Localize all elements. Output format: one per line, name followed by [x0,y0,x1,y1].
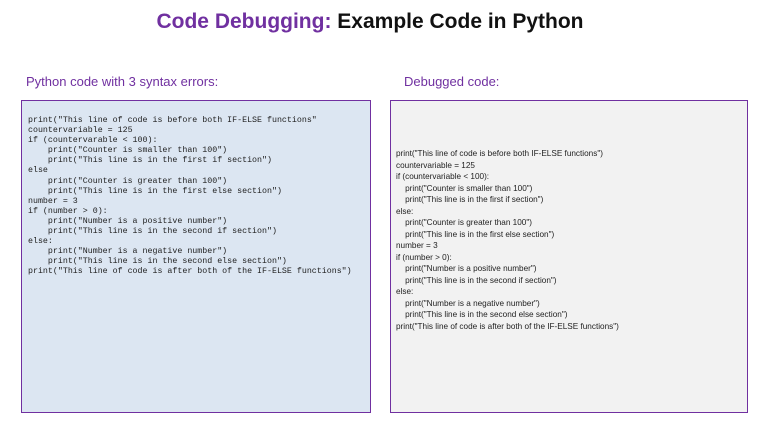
code-line: print("Counter is smaller than 100") [28,146,228,156]
code-line: print("Number is a positive number") [28,216,228,226]
code-line: print("Number is a positive number") [396,264,537,273]
debugged-code-box: print("This line of code is before both … [390,100,748,413]
buggy-code-heading: Python code with 3 syntax errors: [26,74,219,89]
code-line: print("This line of code is after both o… [396,321,619,331]
code-line: print("This line is in the second if sec… [28,227,277,237]
code-line: if (countervarable < 100): [28,136,158,146]
code-line: if (number > 0): [28,206,108,216]
code-line: number = 3 [396,241,438,250]
code-line: print("This line of code is after both o… [28,267,352,277]
code-line: print("This line is in the second if sec… [396,275,557,285]
debugged-code-heading: Debugged code: [404,74,500,89]
code-line: else: [28,237,53,247]
code-line: print("Number is a negative number") [396,298,540,308]
code-line: print("Number is a negative number") [28,247,228,257]
code-line: countervariable = 125 [396,160,475,170]
code-line: else: [396,206,414,216]
code-line: if (number > 0): [396,252,452,262]
code-line: number = 3 [28,196,78,206]
code-line: print("This line is in the first else se… [28,186,282,196]
debugged-code-lines: print("This line of code is before both … [396,148,741,332]
code-line: countervariable = 125 [28,126,133,136]
code-line: else: [396,287,414,296]
code-line: print("This line is in the first if sect… [28,156,272,166]
code-line: print("This line is in the first if sect… [396,195,544,204]
code-line: else [28,166,48,176]
code-line: if (countervariable < 100): [396,172,490,181]
code-line: print("Counter is greater than 100") [396,218,532,227]
code-line: print("Counter is greater than 100") [28,176,228,186]
code-line: print("This line is in the second else s… [396,310,568,319]
code-line: print("This line is in the first else se… [396,229,555,239]
buggy-code-box: print("This line of code is before both … [21,100,371,413]
code-line: print("This line of code is before both … [28,116,317,125]
code-line: print("This line is in the second else s… [28,257,287,267]
title-accent: Code Debugging: [156,10,332,33]
slide-title: Code Debugging: Example Code in Python [0,10,740,34]
code-line: print("Counter is smaller than 100") [396,183,533,193]
code-line: print("This line of code is before both … [396,149,603,158]
title-rest: Example Code in Python [331,10,584,33]
buggy-code-lines: print("This line of code is before both … [28,116,364,278]
